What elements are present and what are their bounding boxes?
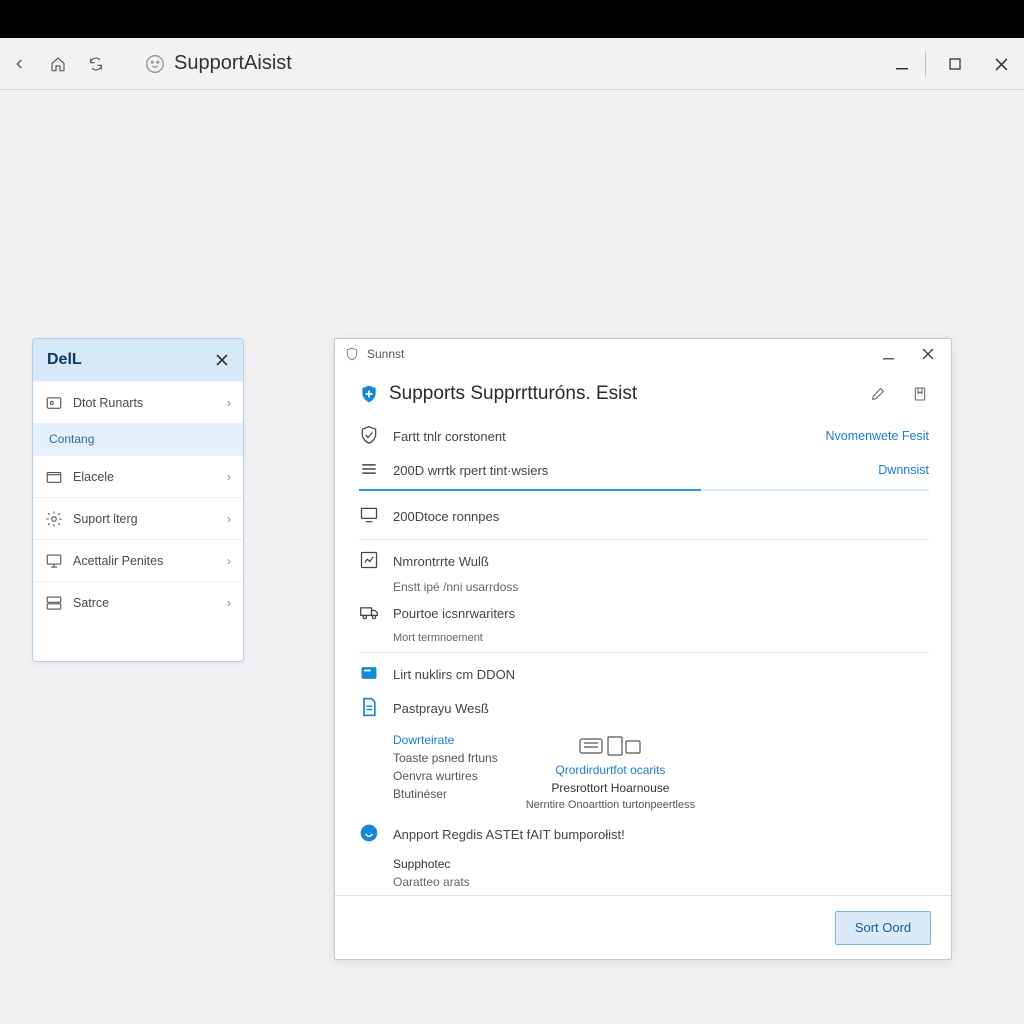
row-label: Lirt nuklirs cm DDON — [393, 667, 515, 682]
mid-text: Btutinéser — [393, 787, 498, 801]
row-drivers-ddon[interactable]: Lirt nuklirs cm DDON — [359, 657, 929, 691]
row-publisher[interactable]: Pourtoe icsnrwariters — [359, 596, 929, 630]
chart-icon — [359, 550, 381, 572]
doc-icon — [359, 697, 381, 719]
sidebar-item-label: Contang — [49, 432, 94, 446]
divider — [359, 539, 929, 540]
row-device[interactable]: 200Dtoce ronnpes — [359, 499, 929, 533]
download-link[interactable]: Dwnnsist — [878, 463, 929, 477]
refresh-icon[interactable] — [82, 50, 110, 78]
sidebar-item-label: Satrce — [73, 596, 109, 610]
mid-text: Presrottort Hoarnouse — [551, 781, 669, 795]
sidebar-item-drivers[interactable]: Dtot Runarts › — [33, 381, 243, 423]
chevron-right-icon: › — [227, 554, 231, 568]
sidebar-item-contang[interactable]: Contang — [33, 423, 243, 455]
user-icon — [45, 394, 63, 412]
row-label: Pourtoe icsnrwariters — [393, 606, 515, 621]
back-icon[interactable] — [6, 50, 34, 78]
progress-bar — [359, 489, 929, 491]
truck-icon — [359, 602, 381, 624]
sidebar-item-service[interactable]: Satrce › — [33, 581, 243, 623]
dialog-minimize-icon[interactable] — [875, 341, 901, 367]
dialog-heading: Supports Supprrtturóns. Esist — [335, 369, 951, 415]
row-overview[interactable]: Fartt tnlr corstonent Nvomenwete Fesit — [359, 419, 929, 453]
workspace: DelL Dtot Runarts › Contang Elacele › — [0, 90, 1024, 1024]
maximize-button[interactable] — [932, 38, 978, 90]
support-icon — [359, 823, 381, 845]
sidebar-item-label: Elacele — [73, 470, 114, 484]
window-header: SupportAisist — [0, 38, 1024, 90]
chevron-right-icon: › — [227, 512, 231, 526]
sidebar-item-label: Acettalir Penites — [73, 554, 163, 568]
sidebar-item-elacele[interactable]: Elacele › — [33, 455, 243, 497]
dialog-titlebar: Sunnst — [335, 339, 951, 369]
sidebar-close-icon[interactable] — [211, 349, 233, 371]
dialog-title: Supports Supprrtturóns. Esist — [389, 383, 637, 405]
server-icon — [45, 594, 63, 612]
dialog-footer: Sort Oord — [335, 895, 951, 959]
dialog-close-icon[interactable] — [915, 341, 941, 367]
sidebar-item-label: Dtot Runarts — [73, 396, 143, 410]
sidebar-panel: DelL Dtot Runarts › Contang Elacele › — [32, 338, 244, 662]
row-sub: Enstt ipé /nni usarrdoss — [359, 578, 929, 596]
dialog-caption: Sunnst — [367, 347, 404, 361]
plus-badge-icon — [359, 384, 379, 404]
top-link[interactable]: Nvomenwete Fesit — [825, 429, 929, 443]
sidebar-item-activity[interactable]: Acettalir Penites › — [33, 539, 243, 581]
row-label: Fartt tnlr corstonent — [393, 429, 506, 444]
home-icon[interactable] — [44, 50, 72, 78]
sidebar-item-support[interactable]: Suport lterg › — [33, 497, 243, 539]
divider — [925, 52, 926, 76]
primary-action-button[interactable]: Sort Oord — [835, 911, 931, 945]
gear-icon — [45, 510, 63, 528]
app-title: SupportAisist — [174, 52, 292, 75]
support-dialog: Sunnst Supports Supprrtturóns. Esist Far… — [334, 338, 952, 960]
app-logo-icon — [144, 53, 166, 75]
shield-check-icon — [359, 425, 381, 447]
mid-text: Toaste psned frtuns — [393, 751, 498, 765]
mid-text: Nerntire Onoarttion turtonpeertless — [526, 799, 695, 811]
row-sub: Supphotec — [359, 851, 929, 873]
mid-text: Oenvra wurtires — [393, 769, 498, 783]
devices-icon-cluster — [578, 733, 642, 759]
chevron-right-icon: › — [227, 396, 231, 410]
sidebar-item-label: Suport lterg — [73, 512, 138, 526]
row-updates[interactable]: 200D wrrtk rpert tint·wsiers Dwnnsist — [359, 453, 929, 487]
mid-link[interactable]: Qrordirdurtfot ocarits — [555, 763, 665, 777]
sidebar-header: DelL — [33, 339, 243, 381]
row-label: Anpport Regdis ASTEt fAIT bumporołist! — [393, 827, 625, 842]
row-label: Nmrontrrte Wulß — [393, 554, 489, 569]
row-label: 200Dtoce ronnpes — [393, 509, 499, 524]
row-program[interactable]: Pastprayu Wesß — [359, 691, 929, 725]
edit-icon[interactable] — [867, 383, 889, 405]
row-support-assist[interactable]: Anpport Regdis ASTEt fAIT bumporołist! — [359, 817, 929, 851]
row-warranty[interactable]: Nmrontrrte Wulß — [359, 544, 929, 578]
drive-icon — [359, 663, 381, 685]
row-sub: Mort termnoement — [359, 630, 929, 646]
dialog-body: Fartt tnlr corstonent Nvomenwete Fesit 2… — [335, 415, 951, 895]
chevron-right-icon: › — [227, 596, 231, 610]
row-label: Pastprayu Wesß — [393, 701, 489, 716]
minimize-button[interactable] — [879, 38, 925, 90]
list-icon — [359, 459, 381, 481]
monitor-icon — [45, 552, 63, 570]
chevron-right-icon: › — [227, 470, 231, 484]
shield-icon — [345, 347, 359, 361]
display-icon — [359, 505, 381, 527]
mid-cluster: Dowrteirate Toaste psned frtuns Oenvra w… — [359, 725, 929, 811]
bookmark-icon[interactable] — [909, 383, 931, 405]
sidebar-brand: DelL — [47, 351, 82, 369]
close-button[interactable] — [978, 38, 1024, 90]
row-sub: Oaratteo arats — [359, 873, 929, 891]
folder-icon — [45, 468, 63, 486]
divider — [359, 652, 929, 653]
row-label: 200D wrrtk rpert tint·wsiers — [393, 463, 548, 478]
top-black-bar — [0, 0, 1024, 38]
mid-link[interactable]: Dowrteirate — [393, 733, 498, 747]
